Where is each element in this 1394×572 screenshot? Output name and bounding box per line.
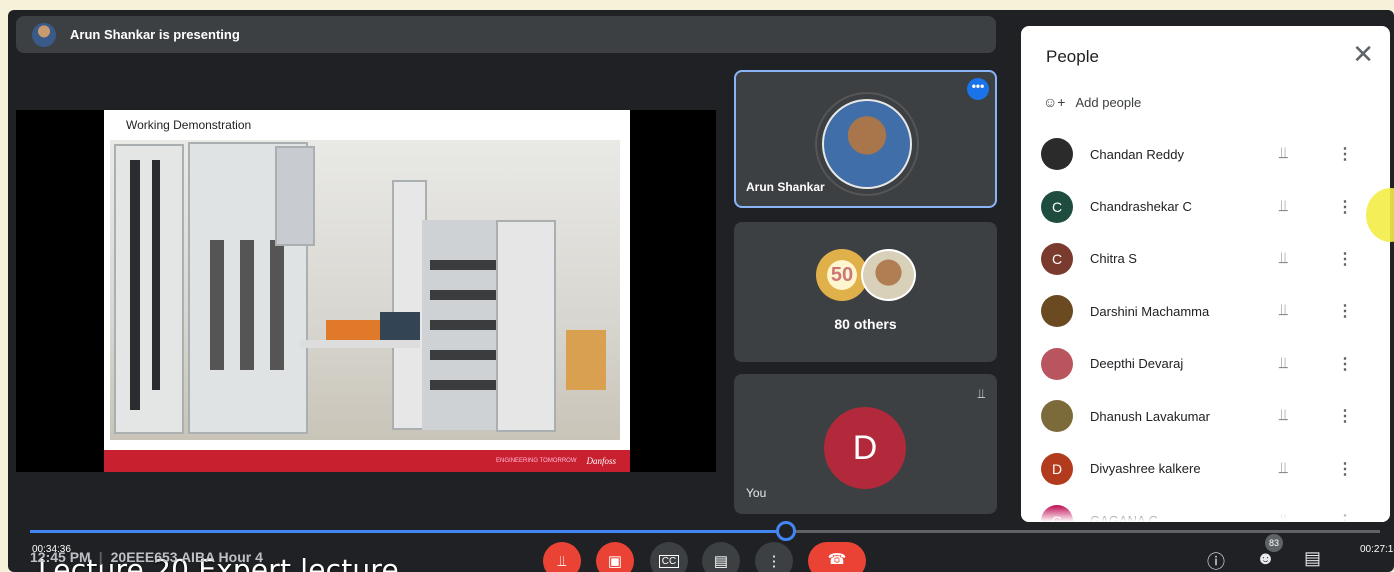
more-vertical-icon[interactable]: ⋮: [1337, 197, 1353, 217]
participant-row[interactable]: Chandan Reddy ⫫ ⋮: [1021, 128, 1390, 180]
participant-name: Chandrashekar C: [1090, 199, 1192, 215]
participant-row[interactable]: Deepthi Devaraj ⫫ ⋮: [1021, 338, 1390, 390]
list-fade: [1021, 506, 1390, 522]
present-button[interactable]: ▤: [702, 542, 740, 572]
info-icon[interactable]: ⓘ: [1207, 548, 1225, 572]
meeting-time: 12:45 PM: [30, 549, 91, 565]
participant-name: Deepthi Devaraj: [1090, 356, 1184, 372]
participant-name: Dhanush Lavakumar: [1090, 408, 1210, 424]
mic-off-icon: ⫫: [1279, 459, 1288, 477]
self-avatar: D: [824, 407, 906, 489]
participant-avatar: [1041, 347, 1073, 380]
presentation-slide: Working Demonstration ENGINEERING TOMORR…: [104, 110, 630, 472]
more-vertical-icon: ⋮: [766, 553, 782, 570]
presenter-photo: [822, 99, 912, 189]
participant-row[interactable]: C Chitra S ⫫ ⋮: [1021, 233, 1390, 285]
add-people-button[interactable]: ☺+ Add people: [1043, 94, 1141, 110]
participant-avatar: C: [1041, 242, 1073, 275]
mic-off-icon: ⫫: [1279, 249, 1288, 267]
progress-fill: [30, 530, 786, 533]
participant-name: Chandan Reddy: [1090, 146, 1184, 162]
more-vertical-icon[interactable]: ⋮: [1337, 301, 1353, 321]
camera-off-icon: ▣: [607, 553, 623, 570]
mic-off-icon: ⫫: [1279, 145, 1288, 163]
participant-avatar: [1041, 400, 1073, 433]
participant-name: Darshini Machamma: [1090, 303, 1210, 319]
captions-icon: CC: [658, 554, 680, 568]
participant-row[interactable]: Darshini Machamma ⫫ ⋮: [1021, 285, 1390, 337]
close-icon[interactable]: ✕: [1352, 40, 1374, 68]
divider: |: [98, 549, 103, 565]
mic-off-icon: ⫫: [1279, 407, 1288, 425]
participant-row[interactable]: D Divyashree kalkere ⫫ ⋮: [1021, 442, 1390, 494]
participant-name: Divyashree kalkere: [1090, 461, 1201, 477]
add-people-label: Add people: [1075, 94, 1142, 110]
meeting-info: 12:45 PM | 20EEE653 AIBA Hour 4: [30, 549, 263, 565]
participant-row[interactable]: C Chandrashekar C ⫫ ⋮: [1021, 180, 1390, 232]
panel-title: People: [1046, 47, 1099, 66]
more-vertical-icon[interactable]: ⋮: [1337, 459, 1353, 479]
more-vertical-icon[interactable]: ⋮: [1337, 144, 1353, 164]
more-vertical-icon[interactable]: ⋮: [1337, 249, 1353, 269]
self-tile[interactable]: ⫫ D You: [734, 374, 997, 514]
shared-screen: Working Demonstration ENGINEERING TOMORR…: [16, 110, 716, 572]
presenter-name: Arun Shankar: [746, 180, 825, 194]
slide-footer: ENGINEERING TOMORROW Danfoss: [104, 450, 630, 472]
mic-off-icon: ⫫: [1279, 197, 1288, 215]
others-avatar-photo: [861, 249, 916, 301]
presenting-label: Arun Shankar is presenting: [70, 27, 240, 42]
more-vertical-icon[interactable]: ⋮: [1337, 406, 1353, 426]
mic-off-icon: ⫫: [1279, 302, 1288, 320]
presenter-avatar: [32, 22, 56, 47]
footer-brand-logo: Danfoss: [586, 456, 616, 466]
participant-avatar: [1041, 138, 1073, 171]
more-horizontal-icon[interactable]: •••: [967, 78, 989, 100]
participant-avatar: [1041, 295, 1073, 328]
participant-avatar: D: [1041, 452, 1073, 485]
participant-list: Chandan Reddy ⫫ ⋮ C Chandrashekar C ⫫ ⋮ C Chitra…: [1021, 128, 1390, 522]
footer-tagline: ENGINEERING TOMORROW: [496, 458, 577, 464]
participant-avatar: C: [1041, 190, 1073, 223]
camera-toggle-button[interactable]: ▣: [596, 542, 634, 572]
lab-equipment-photo: [110, 140, 620, 440]
mic-toggle-button[interactable]: ⫫: [543, 542, 581, 572]
participant-name: Chitra S: [1090, 251, 1137, 267]
chat-icon[interactable]: ▤: [1304, 548, 1321, 569]
presenter-tile[interactable]: ••• Arun Shankar: [734, 70, 997, 208]
participant-count-badge: 83: [1265, 534, 1283, 552]
remaining-time: 00:27:18: [1360, 544, 1394, 555]
presenting-banner[interactable]: Arun Shankar is presenting: [16, 16, 996, 53]
slide-title: Working Demonstration: [126, 118, 252, 132]
progress-knob[interactable]: [776, 521, 796, 541]
mic-off-icon: ⫫: [1279, 354, 1288, 372]
participant-row[interactable]: Dhanush Lavakumar ⫫ ⋮: [1021, 390, 1390, 442]
add-person-icon: ☺+: [1043, 94, 1066, 110]
more-vertical-icon[interactable]: ⋮: [1337, 354, 1353, 374]
present-icon: ▤: [713, 553, 729, 570]
people-panel: People ✕ ☺+ Add people Chandan Reddy ⫫ ⋮ C C…: [1021, 26, 1390, 522]
meeting-code: 20EEE653 AIBA Hour 4: [110, 549, 263, 565]
mic-off-icon: ⫫: [557, 552, 567, 570]
leave-call-button[interactable]: ☎: [808, 542, 866, 572]
phone-hangup-icon: ☎: [827, 551, 847, 568]
others-tile[interactable]: 50 80 others: [734, 222, 997, 362]
captions-button[interactable]: CC: [650, 542, 688, 572]
self-label: You: [746, 486, 767, 500]
others-count: 80 others: [834, 316, 897, 332]
mic-off-icon: ⫫: [977, 386, 985, 401]
more-options-button[interactable]: ⋮: [755, 542, 793, 572]
